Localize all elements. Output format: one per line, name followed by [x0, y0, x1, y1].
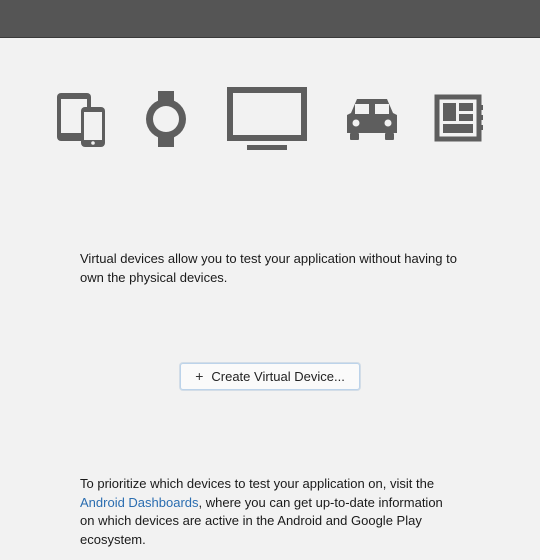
window-titlebar: [0, 0, 540, 38]
button-container: + Create Virtual Device...: [0, 363, 540, 390]
create-button-label: Create Virtual Device...: [211, 369, 344, 384]
footer-pre: To prioritize which devices to test your…: [80, 476, 434, 491]
things-icon: [433, 93, 485, 150]
android-dashboards-link[interactable]: Android Dashboards: [80, 495, 199, 510]
description-text: Virtual devices allow you to test your a…: [80, 250, 460, 288]
phone-tablet-icon: [55, 89, 109, 154]
tv-icon: [223, 83, 311, 160]
create-virtual-device-button[interactable]: + Create Virtual Device...: [180, 363, 360, 390]
footer-text: To prioritize which devices to test your…: [80, 475, 460, 550]
main-content: Virtual devices allow you to test your a…: [0, 83, 540, 550]
watch-icon: [141, 89, 191, 154]
car-icon: [343, 93, 401, 150]
device-icon-row: [0, 83, 540, 160]
plus-icon: +: [195, 369, 203, 383]
